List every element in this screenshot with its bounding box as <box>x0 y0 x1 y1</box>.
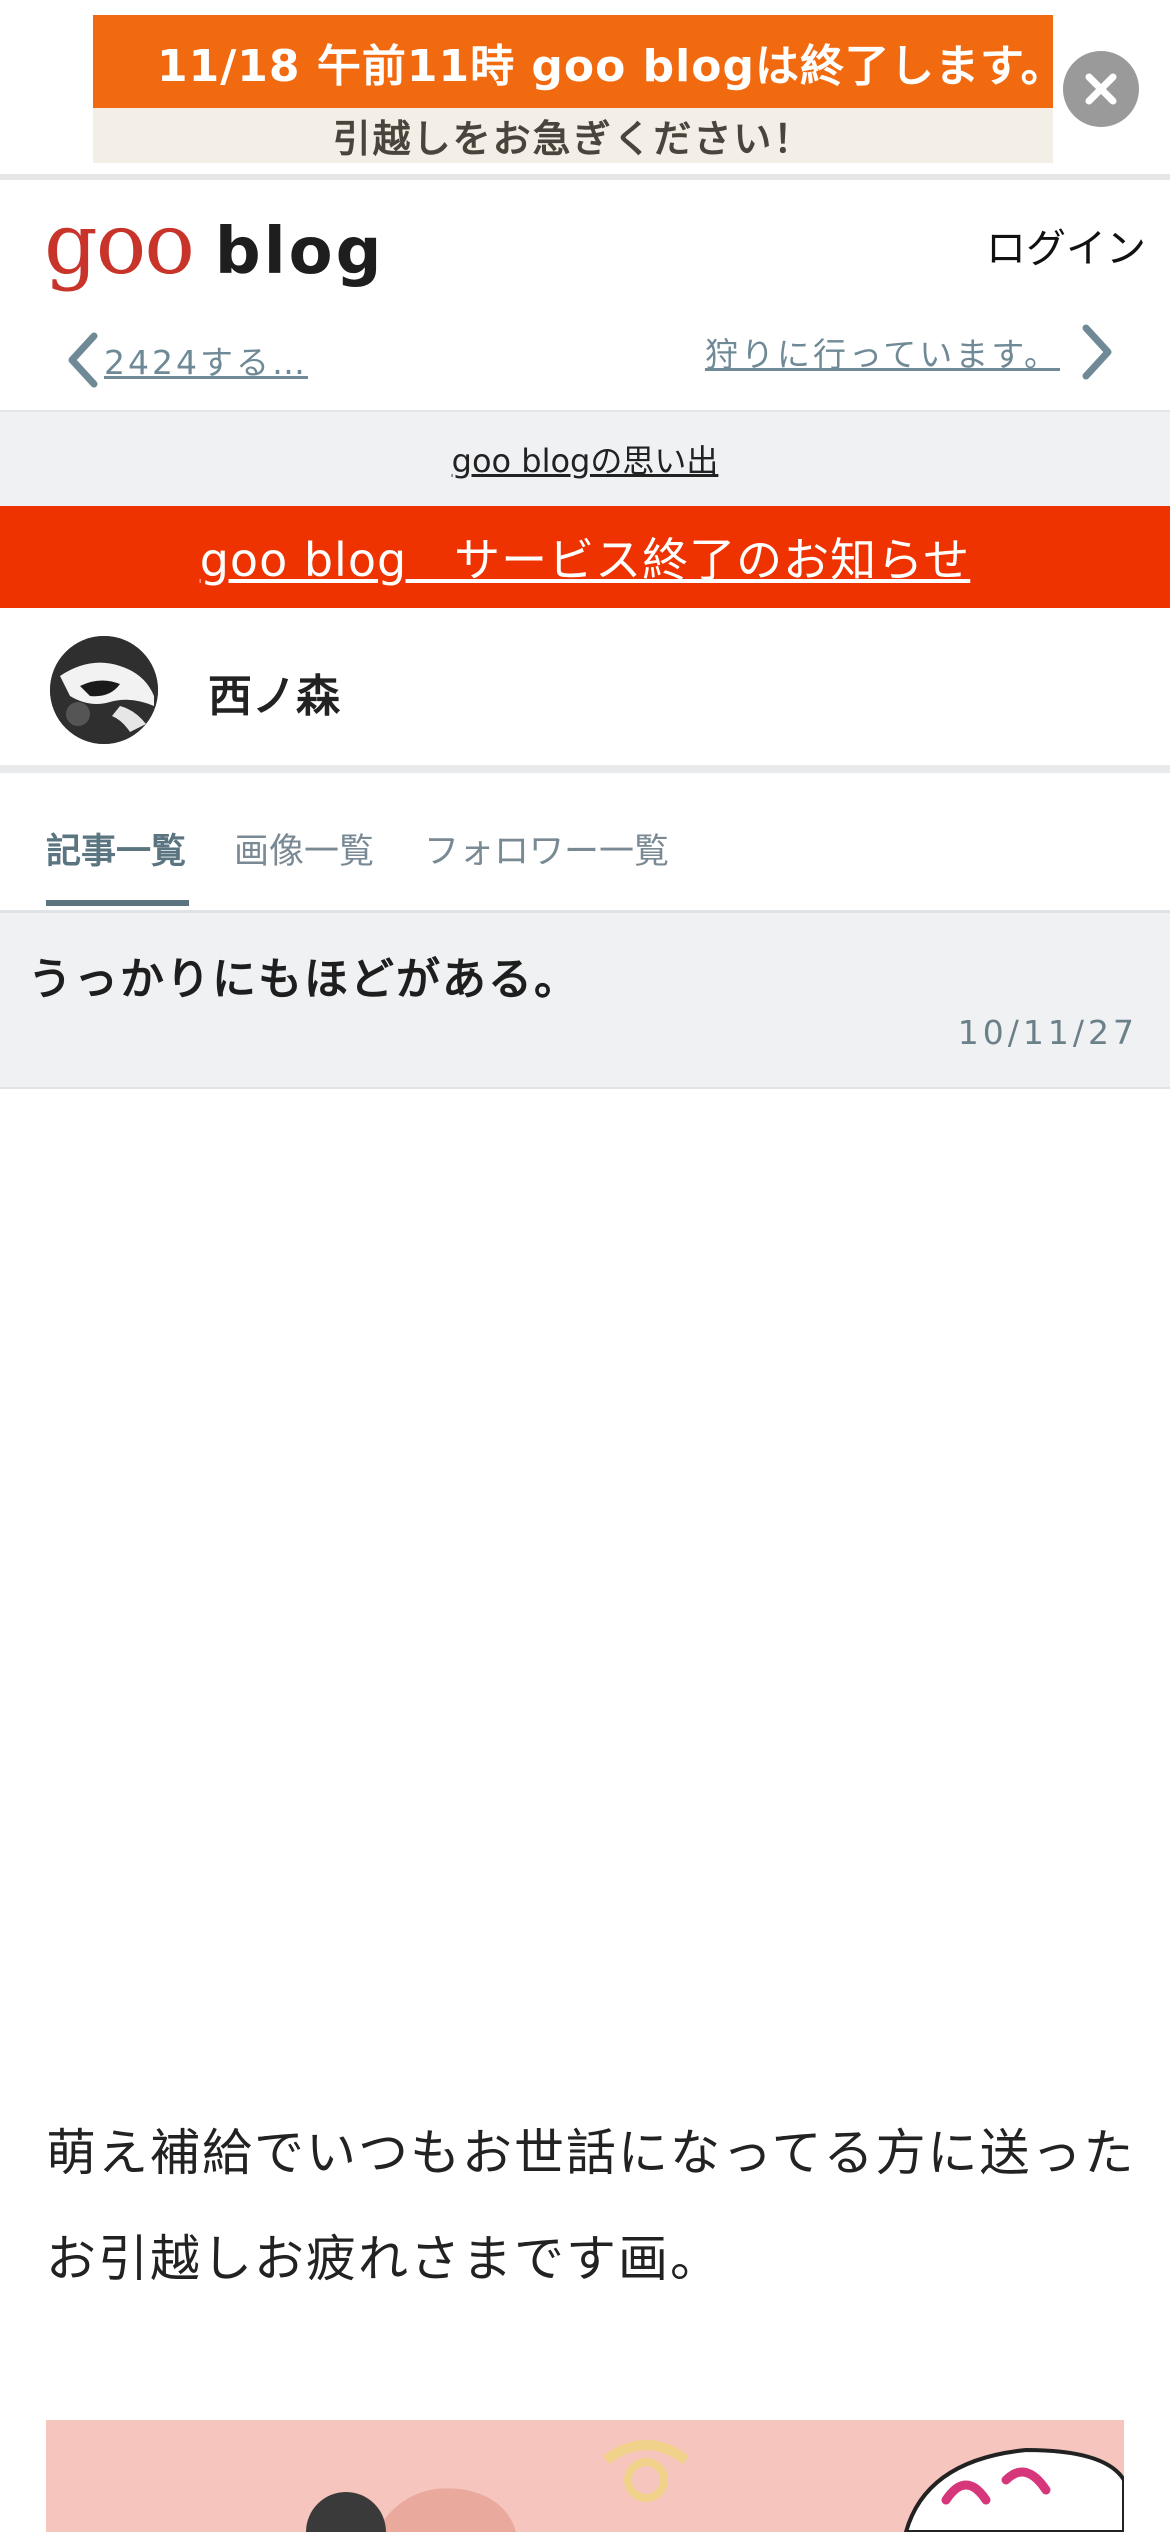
top-notice-bar: 11/18 午前11時 goo blogは終了します。 引越しをお急ぎください！ <box>0 0 1170 180</box>
close-banner-button[interactable] <box>1063 51 1139 127</box>
article-image[interactable] <box>46 2420 1124 2532</box>
tab-articles[interactable]: 記事一覧 <box>46 823 186 874</box>
prev-article-link[interactable]: 2424する… <box>60 328 308 392</box>
banner-headline: 11/18 午前11時 goo blogは終了します。 <box>157 40 1066 92</box>
article-date: 10/11/27 <box>957 1013 1138 1052</box>
logo-goo-text: goo <box>44 195 195 293</box>
login-link[interactable]: ログイン <box>986 216 1146 274</box>
illustration-image <box>46 2420 1124 2532</box>
next-article-label: 狩りに行っています。 <box>704 335 1060 374</box>
close-icon <box>1085 73 1117 105</box>
memories-link[interactable]: goo blogの思い出 <box>452 436 719 482</box>
tab-followers[interactable]: フォロワー一覧 <box>424 823 669 874</box>
blog-profile: 西ノ森 <box>0 608 1170 773</box>
active-tab-indicator <box>46 900 189 906</box>
site-header: goo blog ログイン <box>0 186 1170 310</box>
banner-headline-area: 11/18 午前11時 goo blogは終了します。 <box>93 15 1065 108</box>
article-pager: 2424する… 狩りに行っています。 <box>0 310 1170 410</box>
article-header: うっかりにもほどがある。 10/11/27 <box>0 913 1170 1089</box>
service-end-notice: goo blog サービス終了のお知らせ <box>0 506 1170 608</box>
goo-blog-logo[interactable]: goo blog <box>44 202 384 286</box>
next-article-link[interactable]: 狩りに行っています。 <box>704 324 1112 380</box>
service-end-link[interactable]: goo blog サービス終了のお知らせ <box>200 524 971 590</box>
prev-article-label: 2424する… <box>104 343 308 382</box>
article-body-text: 萌え補給でいつもお世話になってる方に送ったお引越しお疲れさまです画。 <box>46 2124 1136 2288</box>
banner-subline-area: 引越しをお急ぎください！ <box>93 108 1053 163</box>
tab-images[interactable]: 画像一覧 <box>234 823 374 874</box>
blog-tabs: 記事一覧 画像一覧 フォロワー一覧 <box>0 789 1170 913</box>
avatar-image <box>50 636 158 744</box>
chevron-right-icon <box>1082 324 1112 380</box>
chevron-left-icon <box>68 332 98 388</box>
article-title: うっかりにもほどがある。 <box>28 954 580 1005</box>
banner-subline: 引越しをお急ぎください！ <box>332 117 814 161</box>
logo-blog-text: blog <box>214 215 385 289</box>
blog-name[interactable]: 西ノ森 <box>208 660 340 724</box>
memories-strip: goo blogの思い出 <box>0 410 1170 506</box>
avatar[interactable] <box>50 636 158 744</box>
blog-closing-banner[interactable]: 11/18 午前11時 goo blogは終了します。 引越しをお急ぎください！ <box>93 15 1065 163</box>
